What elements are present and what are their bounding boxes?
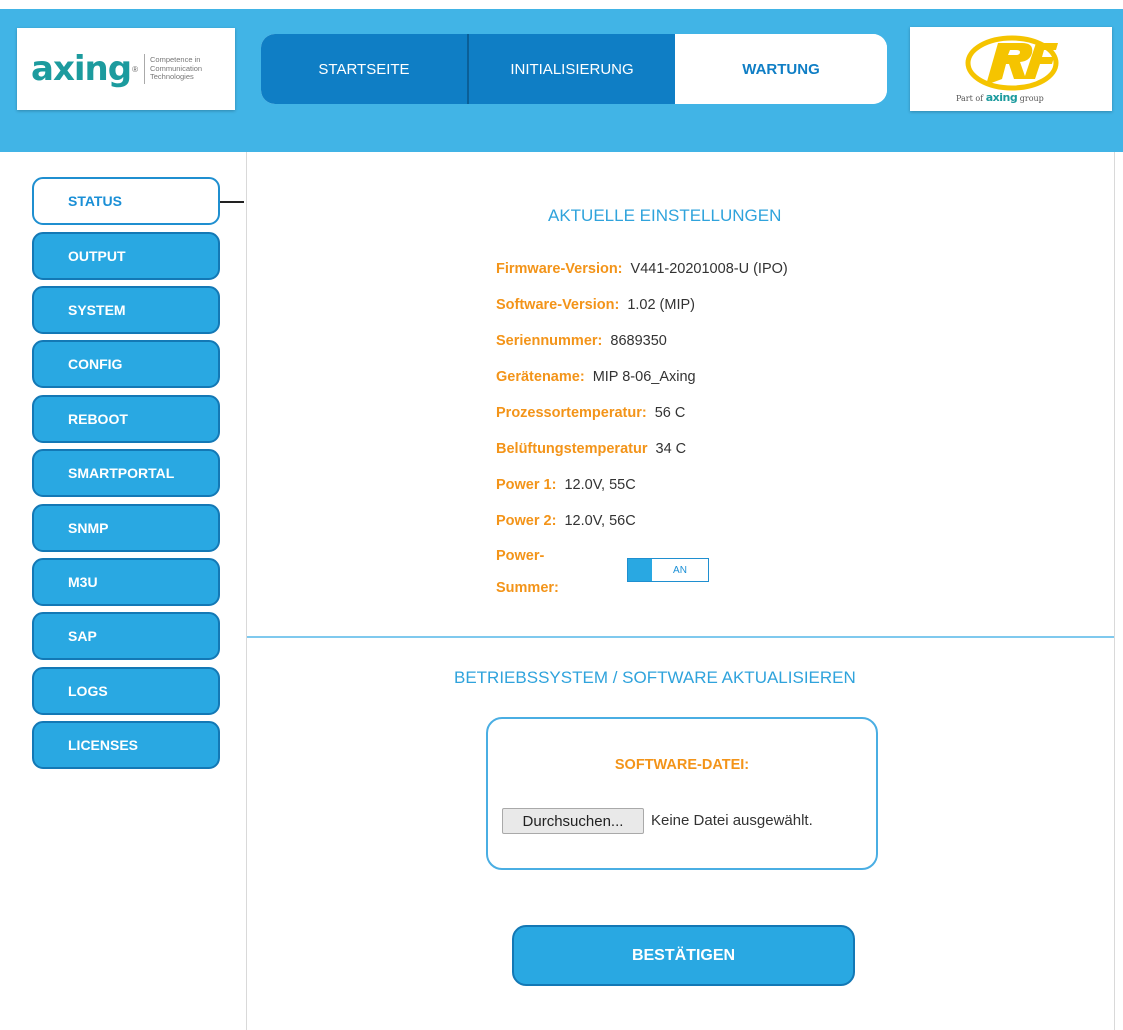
info-value: 8689350 <box>610 333 667 349</box>
info-label: Power 1: <box>496 477 557 493</box>
info-row-fan-temp: Belüftungstemperatur 34 C <box>496 441 686 457</box>
info-label: Gerätename: <box>496 369 585 385</box>
info-row-serial: Seriennummer: 8689350 <box>496 333 667 349</box>
sidebar-item-m3u[interactable]: M3U <box>32 558 220 606</box>
toggle-state-label: AN <box>673 564 687 576</box>
confirm-button[interactable]: BESTÄTIGEN <box>512 925 855 986</box>
info-label: Software-Version: <box>496 297 620 313</box>
sidebar: STATUS OUTPUT SYSTEM CONFIG REBOOT SMART… <box>28 152 244 776</box>
info-value: 34 C <box>655 441 687 457</box>
rf-logo-icon <box>965 35 1059 91</box>
no-file-selected-text: Keine Datei ausgewählt. <box>651 812 813 829</box>
buzzer-label-line-1: Power- <box>496 548 545 564</box>
sidebar-item-output[interactable]: OUTPUT <box>32 232 220 280</box>
rf-logo[interactable]: Part of axing group <box>910 27 1112 111</box>
info-value: 1.02 (MIP) <box>627 297 695 313</box>
active-item-connector <box>220 201 244 203</box>
info-row-firmware: Firmware-Version: V441-20201008-U (IPO) <box>496 261 788 277</box>
info-value: V441-20201008-U (IPO) <box>630 261 788 277</box>
buzzer-label-line-2: Summer: <box>496 580 559 596</box>
part-of-group-text: Part of axing group <box>956 91 1044 104</box>
software-file-box: SOFTWARE-DATEI: Durchsuchen... Keine Dat… <box>486 717 878 870</box>
logo-divider <box>143 54 145 84</box>
info-label: Firmware-Version: <box>496 261 623 277</box>
info-row-power-2: Power 2: 12.0V, 56C <box>496 513 636 529</box>
group-label: group <box>1019 94 1044 103</box>
info-value: MIP 8-06_Axing <box>592 369 696 385</box>
tab-initialisierung[interactable]: INITIALISIERUNG <box>469 34 675 104</box>
info-value: 12.0V, 56C <box>564 513 636 529</box>
info-label: Power 2: <box>496 513 557 529</box>
info-label: Seriennummer: <box>496 333 603 349</box>
registered-mark: ® <box>132 64 138 74</box>
sidebar-item-smartportal[interactable]: SMARTPORTAL <box>32 449 220 497</box>
info-row-software: Software-Version: 1.02 (MIP) <box>496 297 695 313</box>
status-section-title: AKTUELLE EINSTELLUNGEN <box>548 206 782 225</box>
power-buzzer-toggle[interactable]: AN <box>627 558 709 582</box>
update-section-title: BETRIEBSSYSTEM / SOFTWARE AKTUALISIEREN <box>454 668 856 687</box>
tab-startseite[interactable]: STARTSEITE <box>261 34 469 104</box>
sidebar-item-logs[interactable]: LOGS <box>32 667 220 715</box>
sidebar-item-licenses[interactable]: LICENSES <box>32 721 220 769</box>
info-label: Belüftungstemperatur <box>496 441 648 457</box>
main-panel: AKTUELLE EINSTELLUNGEN Firmware-Version:… <box>246 152 1115 1030</box>
info-row-cpu-temp: Prozessortemperatur: 56 C <box>496 405 685 421</box>
sidebar-item-status[interactable]: STATUS <box>32 177 220 225</box>
info-row-power-1: Power 1: 12.0V, 55C <box>496 477 636 493</box>
sidebar-item-sap[interactable]: SAP <box>32 612 220 660</box>
sidebar-item-system[interactable]: SYSTEM <box>32 286 220 334</box>
part-of-label: Part of <box>956 94 984 103</box>
info-value: 56 C <box>654 405 686 421</box>
tab-wartung[interactable]: WARTUNG <box>675 34 887 104</box>
software-file-label: SOFTWARE-DATEI: <box>614 757 750 773</box>
browse-file-button[interactable]: Durchsuchen... <box>502 808 644 834</box>
header-bar: axing ® Competence in Communication Tech… <box>0 9 1123 152</box>
logo-tagline: Competence in Communication Technologies <box>149 55 203 82</box>
axing-logo-text: axing <box>31 49 132 89</box>
info-row-device-name: Gerätename: MIP 8-06_Axing <box>496 369 696 385</box>
axing-logo[interactable]: axing ® Competence in Communication Tech… <box>17 28 235 110</box>
info-value: 12.0V, 55C <box>564 477 636 493</box>
section-divider <box>247 636 1114 638</box>
main-nav: STARTSEITE INITIALISIERUNG WARTUNG <box>261 34 887 104</box>
sidebar-item-snmp[interactable]: SNMP <box>32 504 220 552</box>
group-name: axing <box>985 91 1018 104</box>
info-label: Prozessortemperatur: <box>496 405 647 421</box>
toggle-knob <box>628 559 652 581</box>
sidebar-item-reboot[interactable]: REBOOT <box>32 395 220 443</box>
sidebar-item-config[interactable]: CONFIG <box>32 340 220 388</box>
